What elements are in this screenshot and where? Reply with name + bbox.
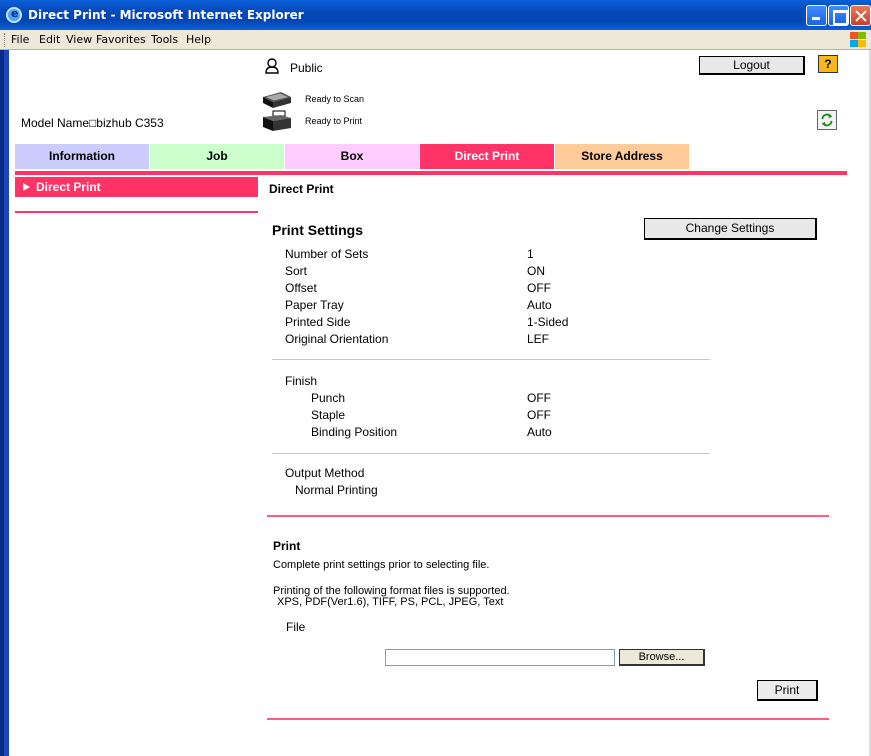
page-title: Direct Print [269,182,334,196]
setting-value: Auto [527,298,552,312]
minimize-icon [807,6,826,25]
user-name: Public [290,61,323,75]
print-section-title: Print [273,539,301,553]
status-print: Ready to Print [305,116,363,126]
menu-edit[interactable]: Edit [39,33,60,46]
toolbar-grip [4,33,6,47]
sidebar-item-label: Direct Print [36,180,101,194]
setting-label: Paper Tray [285,298,344,312]
help-button[interactable]: ? [818,55,838,73]
main-tabs: Information Job Box Direct Print Store A… [9,144,869,170]
setting-value: 1-Sided [527,315,569,329]
setting-value: OFF [527,391,551,405]
setting-label: Number of Sets [285,247,369,261]
file-label: File [286,620,306,634]
setting-value: 1 [527,247,534,261]
tab-store-address[interactable]: Store Address [555,144,689,169]
tab-job[interactable]: Job [150,144,284,169]
supported-formats-list: XPS, PDF(Ver1.6), TIFF, PS, PCL, JPEG, T… [277,596,504,608]
output-method-label: Output Method [285,466,365,480]
setting-label: Binding Position [311,425,398,439]
refresh-icon[interactable] [817,110,837,130]
user-icon [265,58,279,74]
maximize-button[interactable] [828,5,849,26]
tab-information[interactable]: Information [15,144,149,169]
pink-divider [267,515,829,517]
sidebar-divider [15,211,258,213]
menu-file[interactable]: File [11,33,29,46]
setting-value: ON [527,264,545,278]
setting-label: Original Orientation [285,332,389,346]
maximize-icon [829,6,848,25]
status-scan: Ready to Scan [305,94,365,104]
output-method-value: Normal Printing [295,483,378,497]
page-content: Public Logout ? Ready to Scan Ready to P… [9,50,869,756]
tab-box[interactable]: Box [285,144,419,169]
window-title: Direct Print - Microsoft Internet Explor… [28,8,304,22]
close-button[interactable] [850,5,871,26]
tabs-underline [15,171,847,175]
setting-label: Sort [285,264,308,278]
setting-value: Auto [527,425,552,439]
sidebar-item-direct-print[interactable]: Direct Print [15,177,258,197]
window-title-bar: Direct Print - Microsoft Internet Explor… [0,0,871,30]
file-input[interactable] [385,649,615,666]
menu-help[interactable]: Help [186,33,211,46]
setting-label: Offset [285,281,317,295]
section-divider [272,359,710,360]
arrow-right-icon [23,183,30,191]
print-button[interactable]: Print [757,680,818,701]
section-divider [272,453,710,454]
setting-label: Printed Side [285,315,351,329]
menu-bar: File Edit View Favorites Tools Help [0,30,871,50]
setting-label: Punch [311,391,346,405]
windows-logo-icon [849,31,867,48]
pink-divider [267,718,829,720]
menu-favorites[interactable]: Favorites [96,33,146,46]
setting-value: LEF [527,332,550,346]
setting-value: OFF [527,281,551,295]
window-left-border [0,50,9,756]
finish-label: Finish [285,374,318,388]
change-settings-button[interactable]: Change Settings [644,218,817,240]
internet-explorer-icon [6,7,22,23]
minimize-button[interactable] [806,5,827,26]
setting-label: Staple [311,408,346,422]
print-settings-title: Print Settings [272,222,364,238]
model-name: Model Name□bizhub C353 [21,116,164,130]
setting-value: OFF [527,408,551,422]
scanner-icon [263,92,291,108]
menu-tools[interactable]: Tools [151,33,178,46]
browse-button[interactable]: Browse... [619,649,705,666]
logout-button[interactable]: Logout [699,56,805,75]
printer-icon [263,110,291,131]
print-note: Complete print settings prior to selecti… [273,559,490,571]
close-icon [851,6,870,25]
tab-direct-print[interactable]: Direct Print [420,144,554,169]
menu-view[interactable]: View [66,33,92,46]
